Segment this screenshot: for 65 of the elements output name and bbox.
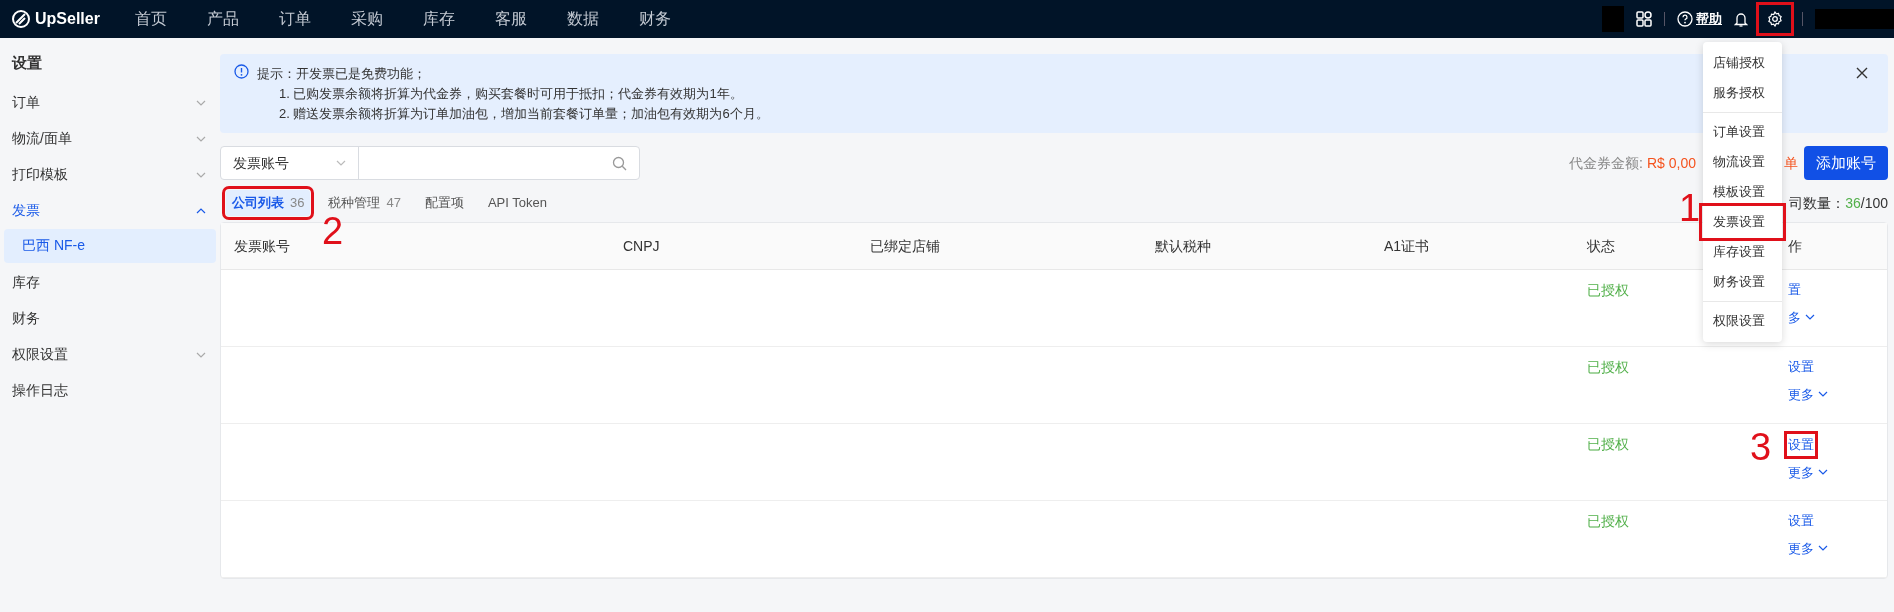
sidebar-subitem[interactable]: 巴西 NF-e [4, 228, 216, 263]
nav-link[interactable]: 库存 [423, 7, 455, 31]
column-header: 默认税种 [1154, 236, 1211, 256]
menu-item[interactable]: 财务设置 [1703, 267, 1782, 297]
menu-item[interactable]: 库存设置 [1703, 237, 1782, 267]
tab[interactable]: API Token [481, 190, 553, 216]
tab[interactable]: 配置项 [418, 190, 470, 216]
more-link[interactable]: 多 [1788, 307, 1815, 327]
settings-link[interactable]: 设置 [1788, 511, 1814, 531]
nav-link[interactable]: 产品 [207, 7, 239, 31]
status-text: 已授权 [1587, 282, 1629, 298]
nav-link[interactable]: 客服 [495, 7, 527, 31]
more-link[interactable]: 更多 [1788, 384, 1828, 404]
menu-item[interactable]: 服务授权 [1703, 78, 1782, 108]
settings-icon[interactable] [1767, 11, 1783, 27]
sidebar-item[interactable]: 打印模板 [12, 156, 212, 193]
status-text: 已授权 [1587, 436, 1629, 452]
logo-icon [12, 10, 30, 28]
help-icon [1676, 11, 1693, 27]
menu-item[interactable]: 店铺授权 [1703, 48, 1782, 78]
column-header: 状态 [1586, 236, 1615, 256]
help-link[interactable]: 帮助 [1676, 9, 1722, 29]
bell-icon[interactable] [1734, 11, 1748, 27]
info-icon [234, 64, 249, 79]
logo-text: UpSeller [35, 9, 100, 29]
redacted-block [1601, 6, 1624, 32]
sidebar-item[interactable]: 订单 [12, 84, 212, 121]
close-icon[interactable] [1856, 67, 1868, 79]
sidebar-item[interactable]: 权限设置 [12, 336, 212, 373]
menu-item[interactable]: 订单设置 [1703, 117, 1782, 147]
column-header: CNPJ [622, 236, 660, 256]
sidebar-item[interactable]: 财务 [12, 300, 212, 337]
callout-number: 1 [1679, 189, 1701, 227]
company-count: 司数量：36/100 [1789, 193, 1888, 213]
menu-item[interactable]: 权限设置 [1703, 306, 1782, 336]
add-account-button[interactable]: 添加账号 [1804, 146, 1888, 180]
voucher-label: 代金券金额: [1569, 153, 1643, 173]
column-header: 已绑定店铺 [869, 236, 940, 256]
sidebar-item[interactable]: 操作日志 [12, 372, 212, 409]
sidebar-item[interactable]: 物流/面单 [12, 120, 212, 157]
apps-icon[interactable] [1635, 11, 1652, 27]
menu-item[interactable]: 物流设置 [1703, 147, 1782, 177]
callout-number: 3 [1750, 428, 1772, 466]
column-header: A1证书 [1383, 236, 1430, 256]
sidebar-title: 设置 [12, 53, 43, 73]
nav-link[interactable]: 订单 [279, 7, 311, 31]
nav-link[interactable]: 首页 [135, 7, 167, 31]
sidebar-item[interactable]: 发票 [12, 192, 212, 229]
menu-item[interactable]: 模板设置 [1703, 177, 1782, 207]
column-header: 作 [1787, 236, 1802, 256]
notice-text: 2. 赠送发票余额将折算为订单加油包，增加当前套餐订单量；加油包有效期为6个月。 [278, 105, 769, 123]
status-text: 已授权 [1587, 359, 1629, 375]
nav-link[interactable]: 采购 [351, 7, 383, 31]
settings-link[interactable]: 设置 [1788, 357, 1814, 377]
notice-text: 1. 已购发票余额将折算为代金券，购买套餐时可用于抵扣；代金券有效期为1年。 [278, 85, 744, 103]
column-header: 发票账号 [233, 236, 290, 256]
notice-text: 提示：开发票已是免费功能； [257, 65, 427, 83]
nav-link[interactable]: 数据 [567, 7, 599, 31]
voucher-amount: R$ 0,00 [1646, 153, 1696, 173]
settings-link[interactable]: 置 [1788, 280, 1801, 300]
sidebar-item[interactable]: 库存 [12, 264, 212, 301]
more-link[interactable]: 更多 [1788, 538, 1828, 558]
more-link[interactable]: 更多 [1788, 462, 1828, 482]
nav-link[interactable]: 财务 [639, 7, 671, 31]
status-text: 已授权 [1587, 513, 1629, 529]
